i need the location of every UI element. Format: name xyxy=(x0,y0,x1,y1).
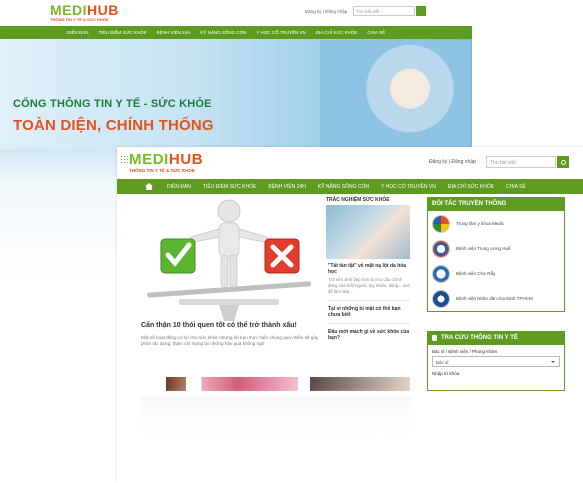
partner-name: Bệnh viện Nhân dân Gia Định TPHCM xyxy=(456,296,533,301)
back-search-input[interactable]: Tìm bài viết xyxy=(353,6,415,16)
back-logo-b: HUB xyxy=(87,2,119,18)
balance-figure-illustration xyxy=(147,199,311,321)
partner-item[interactable]: Bệnh viện Chợ Rẫy xyxy=(428,261,564,286)
back-nav-item[interactable]: ĐỊA CHỈ SỨC KHỎE xyxy=(311,30,363,35)
media-partners-box: ĐỐI TÁC TRUYỀN THÔNG Trung tâm y khoa Me… xyxy=(427,197,565,312)
nav-item-forum[interactable]: DIỄN ĐÀN xyxy=(161,184,197,190)
quiz-list: "Tất tần tật" về mặt nạ lột da hóa học T… xyxy=(328,263,410,341)
home-icon[interactable] xyxy=(145,183,153,190)
lock-icon xyxy=(432,335,437,341)
search-button[interactable] xyxy=(557,156,569,168)
nav-item-health-focus[interactable]: TIÊU ĐIỂM SỨC KHỎE xyxy=(197,184,262,190)
logo-dots-icon xyxy=(120,155,128,163)
hue-hospital-logo-icon xyxy=(432,239,450,258)
partner-item[interactable]: Bệnh viện Nhân dân Gia Định TPHCM xyxy=(428,286,564,311)
screenshot-stage: MEDIHUB THÔNG TIN Y TẾ & SỨC KHỎE Đăng k… xyxy=(0,0,583,483)
back-nav: DIỄN ĐÀN TIÊU ĐIỂM SỨC KHỎE BỆNH VIỆN 24… xyxy=(0,26,472,39)
quiz-featured-image[interactable] xyxy=(326,205,410,259)
back-logo-a: MEDI xyxy=(50,2,87,18)
banner-line2: TOÀN DIỆN, CHÍNH THỐNG xyxy=(13,117,214,134)
quiz-item-desc: Trở nên xinh đẹp hơn là nhu cầu chính đá… xyxy=(328,277,410,294)
back-auth-links[interactable]: Đăng ký | Đăng nhập xyxy=(305,9,347,14)
auth-links[interactable]: Đăng ký | Đăng nhập xyxy=(429,159,476,165)
back-nav-item[interactable]: DIỄN ĐÀN xyxy=(62,30,94,35)
quiz-item-title[interactable]: Đâu mới mách gì về sức khỏe của bạn? xyxy=(328,329,410,341)
banner-line1: CỔNG THÔNG TIN Y TẾ - SỨC KHỎE xyxy=(13,98,212,110)
partner-name: Bệnh viện Chợ Rẫy xyxy=(456,271,496,276)
lookup-type-label: Bác sĩ / Bệnh viện / Phòng khám xyxy=(432,349,498,354)
nav-item-share[interactable]: CHIA SẺ xyxy=(500,184,532,190)
quiz-section-heading[interactable]: TRẮC NGHIỆM SỨC KHỎE xyxy=(326,197,390,203)
hero-image[interactable] xyxy=(139,197,319,325)
divider xyxy=(328,300,410,301)
banner-doctor-image xyxy=(320,40,470,148)
gia-dinh-logo-icon xyxy=(432,289,450,308)
back-search-button[interactable] xyxy=(416,6,426,16)
site-logo[interactable]: MEDIHUB THÔNG TIN Y TẾ & SỨC KHỎE xyxy=(120,151,204,173)
back-nav-item[interactable]: TIÊU ĐIỂM SỨC KHỎE xyxy=(94,30,152,35)
back-logo[interactable]: MEDIHUB THÔNG TIN Y TẾ & SỨC KHỎE xyxy=(50,3,119,22)
medic-logo-icon xyxy=(432,214,450,233)
back-nav-item[interactable]: CHIA SẺ xyxy=(362,30,390,35)
divider xyxy=(328,323,410,324)
cho-ray-logo-icon xyxy=(432,264,450,283)
partner-name: Trung tâm y khoa Medic xyxy=(456,221,505,226)
hero-title[interactable]: Cẩn thận 10 thói quen tốt có thể trở thà… xyxy=(141,322,326,329)
header: MEDIHUB THÔNG TIN Y TẾ & SỨC KHỎE Đăng k… xyxy=(117,147,583,177)
back-nav-item[interactable]: KỸ NĂNG SỐNG CÒN xyxy=(195,30,251,35)
logo-name-b: HUB xyxy=(168,151,204,168)
nav-item-survival-skills[interactable]: KỸ NĂNG SỐNG CÒN xyxy=(312,184,375,190)
logo-tagline: THÔNG TIN Y TẾ & SỨC KHỎE xyxy=(129,168,195,173)
nav-item-traditional-medicine[interactable]: Y HỌC CỔ TRUYỀN VN xyxy=(375,184,442,190)
quiz-item-title[interactable]: Tại vì những bí mật có thể bạn chưa biết xyxy=(328,306,410,318)
partner-item[interactable]: Bệnh viện Trung ương Huế xyxy=(428,236,564,261)
nav-item-health-address[interactable]: ĐỊA CHỈ SỨC KHỎE xyxy=(442,184,500,190)
partner-name: Bệnh viện Trung ương Huế xyxy=(456,246,511,251)
medical-lookup-box: TRA CỨU THÔNG TIN Y TẾ Bác sĩ / Bệnh việ… xyxy=(427,331,565,391)
logo-name-a: MEDI xyxy=(129,151,169,168)
keyword-label: Nhập từ khóa xyxy=(432,371,460,376)
lookup-heading-text: TRA CỨU THÔNG TIN Y TẾ xyxy=(441,335,518,341)
lookup-type-select[interactable]: Bác sĩ xyxy=(432,356,560,367)
lookup-heading: TRA CỨU THÔNG TIN Y TẾ xyxy=(428,331,564,345)
back-nav-item[interactable]: Y HỌC CỔ TRUYỀN VN xyxy=(251,30,310,35)
nav-item-hospital-24h[interactable]: BỆNH VIỆN 24H xyxy=(262,184,312,190)
front-fade xyxy=(117,387,583,483)
quiz-item-title[interactable]: "Tất tần tật" về mặt nạ lột da hóa học xyxy=(328,263,410,275)
main-nav: DIỄN ĐÀN TIÊU ĐIỂM SỨC KHỎE BỆNH VIỆN 24… xyxy=(117,179,583,194)
hero-description: Một số hoạt động có lợi cho sức khỏe như… xyxy=(141,335,319,346)
partners-heading: ĐỐI TÁC TRUYỀN THÔNG xyxy=(428,197,564,211)
back-logo-tagline: THÔNG TIN Y TẾ & SỨC KHỎE xyxy=(50,17,109,22)
foreground-page: MEDIHUB THÔNG TIN Y TẾ & SỨC KHỎE Đăng k… xyxy=(117,147,583,483)
back-nav-item[interactable]: BỆNH VIỆN 24H xyxy=(152,30,196,35)
partner-item[interactable]: Trung tâm y khoa Medic xyxy=(428,211,564,236)
search-input[interactable]: Tìm bài viết xyxy=(486,156,556,168)
search-icon xyxy=(560,159,566,165)
back-header: MEDIHUB THÔNG TIN Y TẾ & SỨC KHỎE Đăng k… xyxy=(0,0,472,26)
